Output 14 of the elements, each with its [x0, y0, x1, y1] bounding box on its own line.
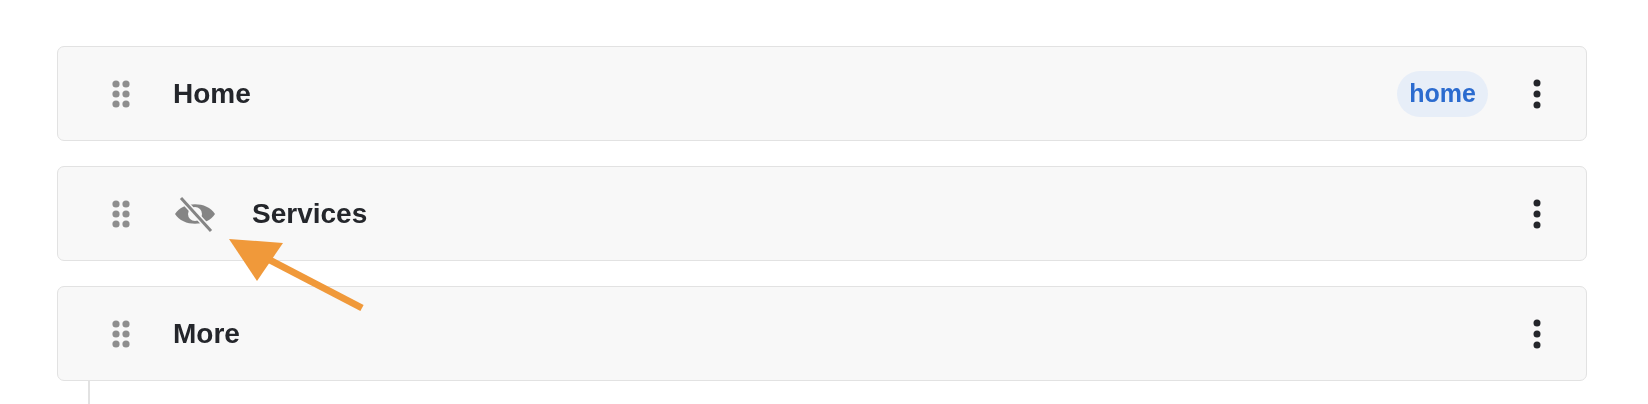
menu-item-row[interactable]: Home home: [57, 46, 1587, 141]
menu-item-label: More: [173, 317, 240, 350]
more-options-icon[interactable]: [1532, 318, 1542, 349]
drag-handle-icon[interactable]: [112, 199, 130, 228]
menu-item-row[interactable]: Services: [57, 166, 1587, 261]
drag-handle-icon[interactable]: [112, 319, 130, 348]
menu-item-row[interactable]: More: [57, 286, 1587, 381]
more-options-icon[interactable]: [1532, 78, 1542, 109]
drag-handle-icon[interactable]: [112, 79, 130, 108]
more-options-icon[interactable]: [1532, 198, 1542, 229]
page-tag: home: [1397, 70, 1488, 117]
menu-item-label: Services: [252, 197, 368, 230]
menu-item-label: Home: [173, 77, 251, 110]
eye-off-icon: [173, 194, 217, 233]
